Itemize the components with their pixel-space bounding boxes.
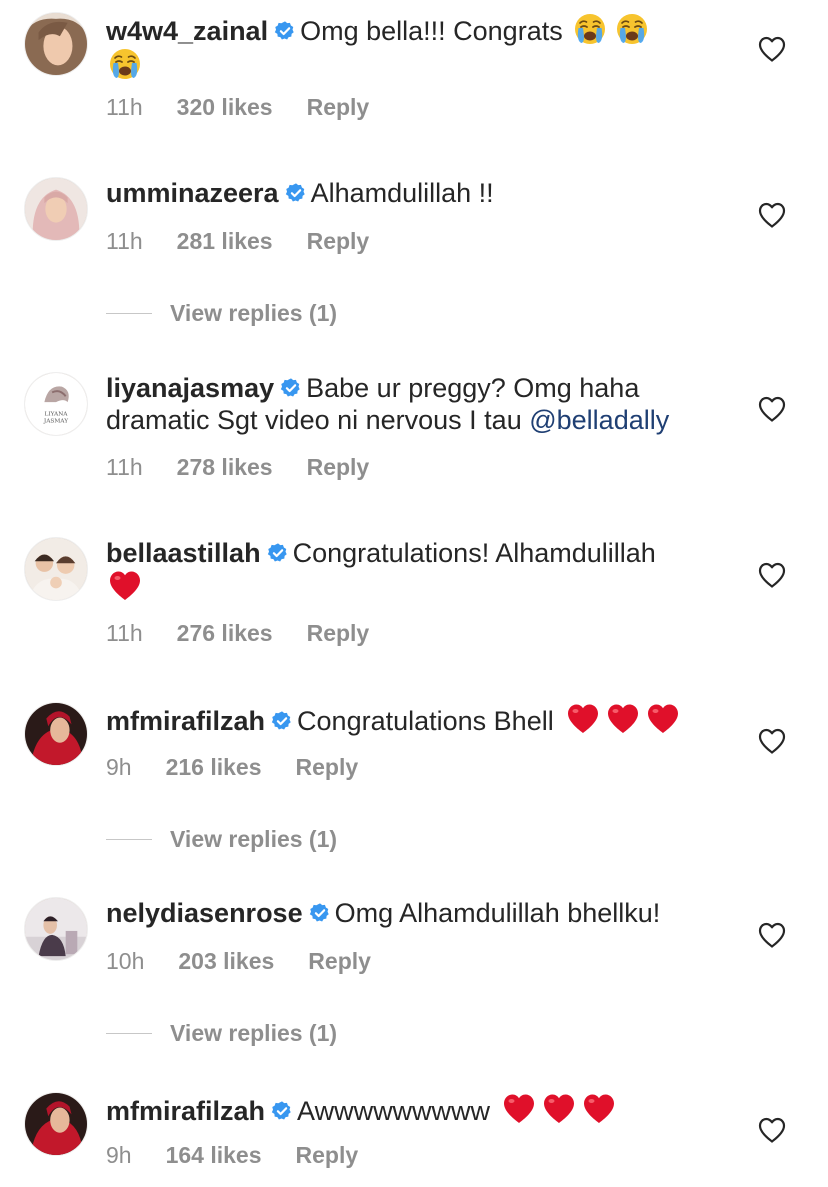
red-heart-emoji-icon xyxy=(566,702,600,736)
comment-time: 11h xyxy=(106,454,143,480)
comment-text: Omg Alhamdulillah bhellku! xyxy=(334,898,661,928)
like-heart-icon[interactable] xyxy=(758,202,786,228)
username[interactable]: mfmirafilzah xyxy=(106,706,265,736)
reply-button[interactable]: Reply xyxy=(308,948,371,975)
verified-badge-icon xyxy=(285,182,307,204)
reply-button[interactable]: Reply xyxy=(296,1142,359,1169)
avatar[interactable] xyxy=(24,702,88,766)
red-heart-emoji-icon xyxy=(582,1092,616,1126)
avatar[interactable]: LIYANA JASMAY xyxy=(24,372,88,436)
like-heart-icon[interactable] xyxy=(758,1117,786,1143)
reply-button[interactable]: Reply xyxy=(307,454,370,481)
comment-text: Awwwwwwwww xyxy=(297,1096,491,1126)
crying-face-emoji-icon xyxy=(108,47,142,81)
view-replies-label[interactable]: View replies (1) xyxy=(170,1020,337,1047)
reply-button[interactable]: Reply xyxy=(307,94,370,121)
avatar[interactable] xyxy=(24,1092,88,1156)
red-heart-emoji-icon xyxy=(108,569,142,603)
likes-count[interactable]: 164 likes xyxy=(166,1142,262,1169)
divider xyxy=(106,313,152,314)
like-heart-icon[interactable] xyxy=(758,728,786,754)
reply-button[interactable]: Reply xyxy=(307,228,370,255)
likes-count[interactable]: 320 likes xyxy=(177,94,273,121)
reply-button[interactable]: Reply xyxy=(307,620,370,647)
username[interactable]: mfmirafilzah xyxy=(106,1096,265,1126)
comment-text: Babe ur preggy? Omg haha xyxy=(306,373,640,403)
likes-count[interactable]: 216 likes xyxy=(166,754,262,781)
verified-badge-icon xyxy=(280,377,302,399)
red-heart-emoji-icon xyxy=(542,1092,576,1126)
comment-time: 11h xyxy=(106,228,143,254)
verified-badge-icon xyxy=(267,542,289,564)
likes-count[interactable]: 203 likes xyxy=(178,948,274,975)
red-heart-emoji-icon xyxy=(646,702,680,736)
likes-count[interactable]: 278 likes xyxy=(177,454,273,481)
mention-link[interactable]: @belladally xyxy=(529,405,669,435)
username[interactable]: w4w4_zainal xyxy=(106,16,268,46)
divider xyxy=(106,839,152,840)
divider xyxy=(106,1033,152,1034)
reply-button[interactable]: Reply xyxy=(296,754,359,781)
crying-face-emoji-icon xyxy=(573,12,607,46)
like-heart-icon[interactable] xyxy=(758,36,786,62)
username[interactable]: liyanajasmay xyxy=(106,373,274,403)
comment-text: Congratulations! Alhamdulillah xyxy=(292,538,656,568)
comment-text: Alhamdulillah !! xyxy=(310,178,494,208)
crying-face-emoji-icon xyxy=(615,12,649,46)
comment-text-continued: dramatic Sgt video ni nervous I tau xyxy=(106,405,522,435)
comment-time: 10h xyxy=(106,948,145,974)
avatar[interactable] xyxy=(24,12,88,76)
likes-count[interactable]: 276 likes xyxy=(177,620,273,647)
comment-time: 11h xyxy=(106,620,143,646)
svg-text:JASMAY: JASMAY xyxy=(43,418,68,424)
red-heart-emoji-icon xyxy=(502,1092,536,1126)
verified-badge-icon xyxy=(271,710,293,732)
like-heart-icon[interactable] xyxy=(758,922,786,948)
verified-badge-icon xyxy=(274,20,296,42)
username[interactable]: umminazeera xyxy=(106,178,279,208)
comment-time: 11h xyxy=(106,94,143,120)
avatar[interactable] xyxy=(24,897,88,961)
red-heart-emoji-icon xyxy=(606,702,640,736)
like-heart-icon[interactable] xyxy=(758,562,786,588)
comment-time: 9h xyxy=(106,1142,132,1168)
likes-count[interactable]: 281 likes xyxy=(177,228,273,255)
comment-text: Omg bella!!! Congrats xyxy=(300,16,563,46)
like-heart-icon[interactable] xyxy=(758,396,786,422)
view-replies-button[interactable]: View replies (1) xyxy=(106,826,337,853)
comment-time: 9h xyxy=(106,754,132,780)
view-replies-button[interactable]: View replies (1) xyxy=(106,300,337,327)
verified-badge-icon xyxy=(309,902,331,924)
avatar[interactable] xyxy=(24,537,88,601)
username[interactable]: nelydiasenrose xyxy=(106,898,303,928)
comment-text: Congratulations Bhell xyxy=(297,706,554,736)
avatar[interactable] xyxy=(24,177,88,241)
view-replies-button[interactable]: View replies (1) xyxy=(106,1020,337,1047)
view-replies-label[interactable]: View replies (1) xyxy=(170,300,337,327)
username[interactable]: bellaastillah xyxy=(106,538,261,568)
verified-badge-icon xyxy=(271,1100,293,1122)
view-replies-label[interactable]: View replies (1) xyxy=(170,826,337,853)
avatar-logo-text: LIYANA xyxy=(45,412,69,418)
